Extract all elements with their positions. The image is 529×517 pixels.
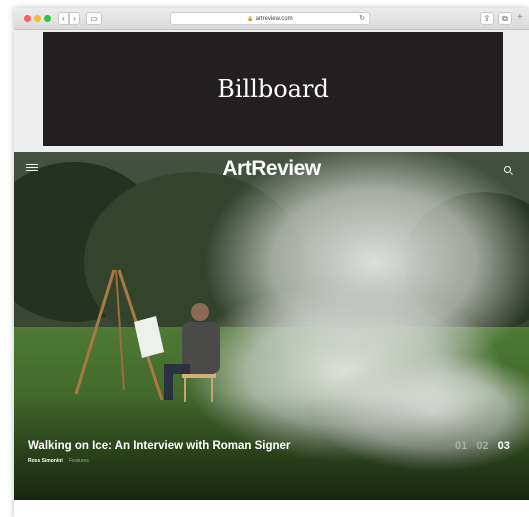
reload-icon[interactable]: ↻ [359,14,365,22]
hero-feature[interactable]: ArtReview Walking on Ice: An Interview w… [14,152,529,500]
sidebar-icon[interactable]: ▭ [86,12,102,25]
zoom-window-button[interactable] [44,15,51,22]
chevron-left-icon[interactable]: ‹ [58,12,69,25]
ad-band: Billboard [14,30,529,152]
search-icon[interactable] [504,166,511,173]
hero-headline[interactable]: Walking on Ice: An Interview with Roman … [28,440,290,452]
slide-pager: 01 02 03 [455,440,516,452]
section-link[interactable]: Features [69,458,89,464]
browser-toolbar: ‹ › ▭ 🔒 artreview.com ↻ ⇪ ⧉ + [14,8,529,30]
slide-page-3[interactable]: 03 [498,440,510,452]
billboard-ad[interactable]: Billboard [43,32,503,146]
plus-icon[interactable]: + [517,12,523,23]
billboard-label: Billboard [217,75,329,103]
lock-icon: 🔒 [247,15,254,22]
site-logo[interactable]: ArtReview [14,157,529,181]
slide-page-2[interactable]: 02 [476,440,488,452]
chevron-right-icon[interactable]: › [69,12,80,25]
author-link[interactable]: Ross Simonini [28,458,63,464]
share-icon[interactable]: ⇪ [480,12,494,25]
close-window-button[interactable] [24,15,31,22]
browser-window: ‹ › ▭ 🔒 artreview.com ↻ ⇪ ⧉ + Billboard [14,8,529,517]
content-area [14,500,529,517]
hero-byline: Ross Simonini Features [28,458,89,464]
tabs-icon[interactable]: ⧉ [498,12,512,25]
minimize-window-button[interactable] [34,15,41,22]
address-bar[interactable]: 🔒 artreview.com ↻ [170,12,370,25]
address-url: artreview.com [255,15,293,22]
slide-page-1[interactable]: 01 [455,440,467,452]
